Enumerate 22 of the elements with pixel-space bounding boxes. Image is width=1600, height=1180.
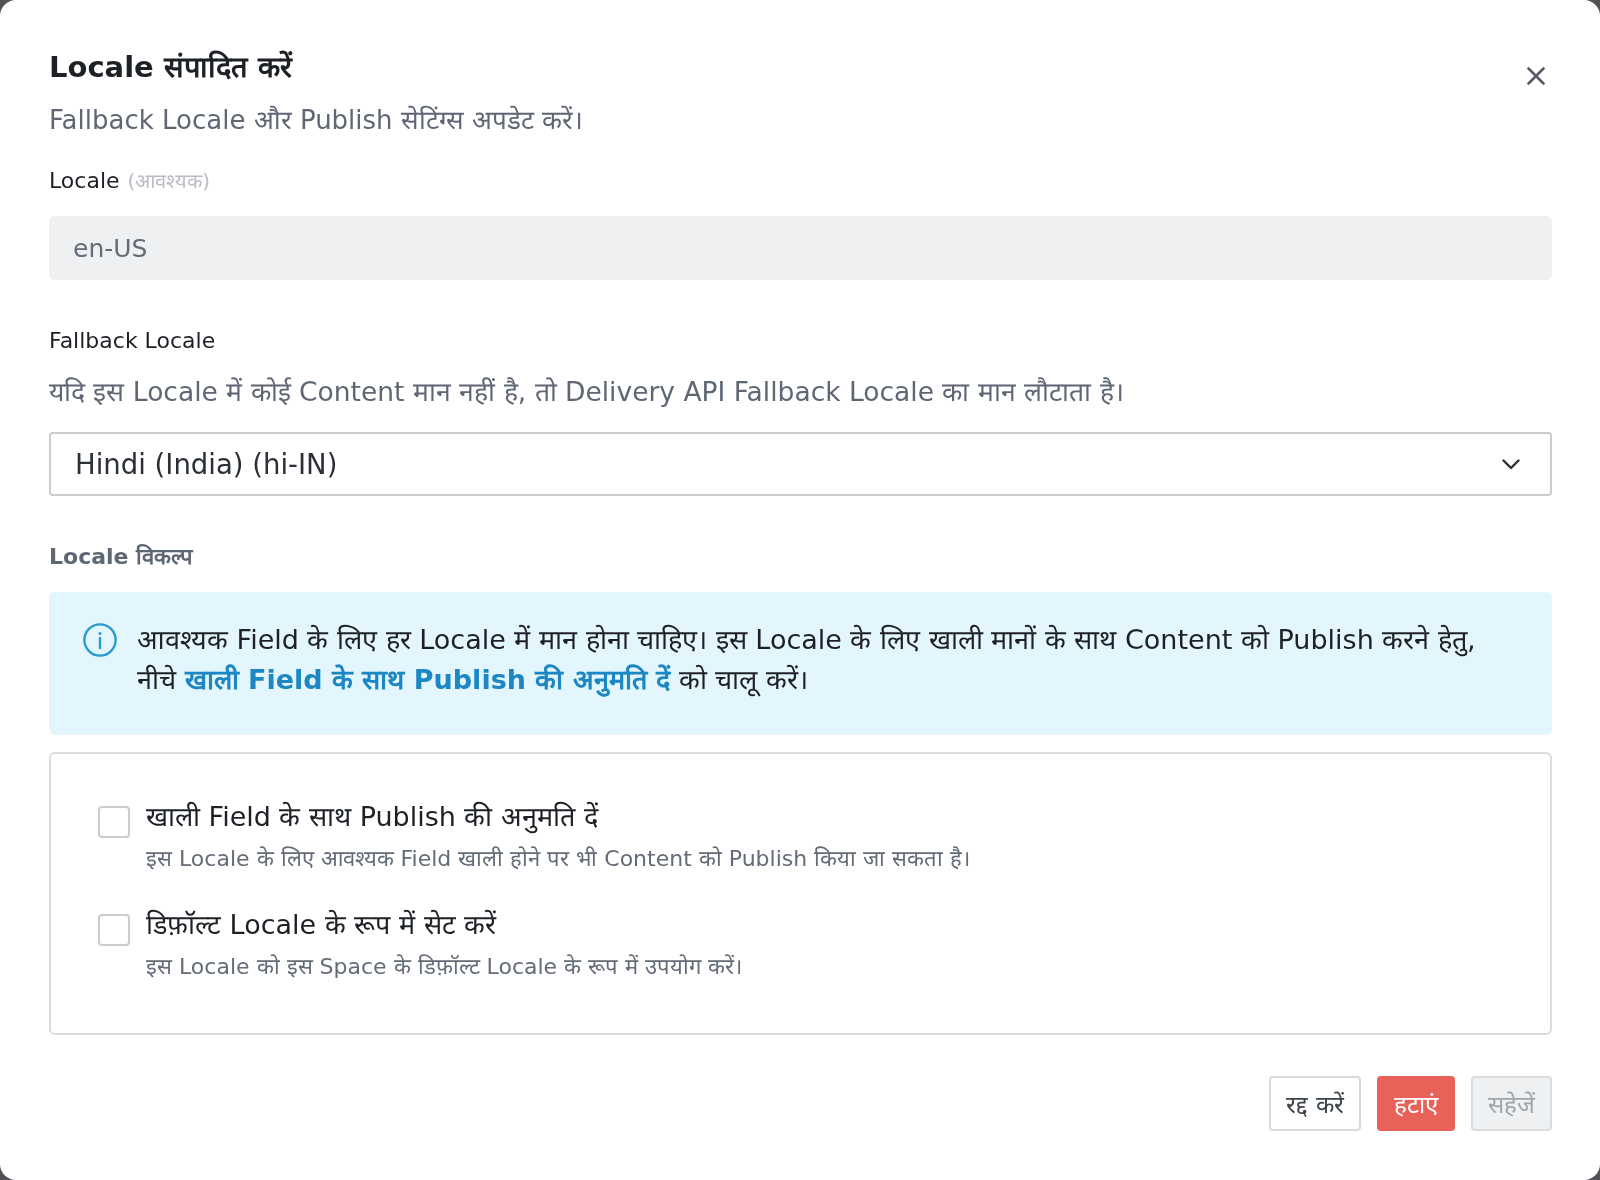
- chevron-down-icon: [1502, 458, 1520, 470]
- notice-text: आवश्यक Field के लिए हर Locale में मान होना चाहिए। इस Locale के लिए खाली मानों के साथ Content को Publish करने हेतु, नीचे खाली Field के साथ Publish की अनुमति दें को चालू करें।: [137, 623, 1477, 699]
- info-icon: [83, 623, 117, 657]
- fallback-locale-select[interactable]: Hindi (India) (hi-IN): [49, 432, 1552, 496]
- dialog-title: Locale संपादित करें: [49, 49, 294, 86]
- checkbox-label: खाली Field के साथ Publish की अनुमति दें: [146, 800, 598, 836]
- checkbox-label: डिफ़ॉल्ट Locale के रूप में सेट करें: [146, 908, 497, 942]
- checkbox-description: इस Locale के लिए आवश्यक Field खाली होने पर भी Content को Publish किया जा सकता है।: [146, 845, 971, 873]
- section-heading: Locale विकल्प: [49, 543, 194, 571]
- allow-empty-fields-link[interactable]: खाली Field के साथ Publish की अनुमति दें: [184, 664, 671, 695]
- delete-button[interactable]: हटाएं: [1377, 1076, 1455, 1131]
- close-icon: [1527, 67, 1545, 85]
- checkbox[interactable]: [98, 806, 130, 838]
- required-hint: (आवश्यक): [127, 168, 211, 195]
- field-label: Locale: [49, 167, 120, 195]
- close-button[interactable]: [1527, 67, 1545, 85]
- field-label: Fallback Locale: [49, 327, 216, 355]
- cancel-button[interactable]: रद्द करें: [1269, 1076, 1361, 1131]
- field-help-text: यदि इस Locale में कोई Content मान नहीं है, तो Delivery API Fallback Locale का मान लौटाता है।: [49, 375, 1125, 409]
- dialog-subtitle: Fallback Locale और Publish सेटिंग्स अपडेट करें।: [49, 104, 584, 137]
- checkbox[interactable]: [98, 914, 130, 946]
- checkbox-description: इस Locale को इस Space के डिफ़ॉल्ट Locale के रूप में उपयोग करें।: [146, 953, 743, 981]
